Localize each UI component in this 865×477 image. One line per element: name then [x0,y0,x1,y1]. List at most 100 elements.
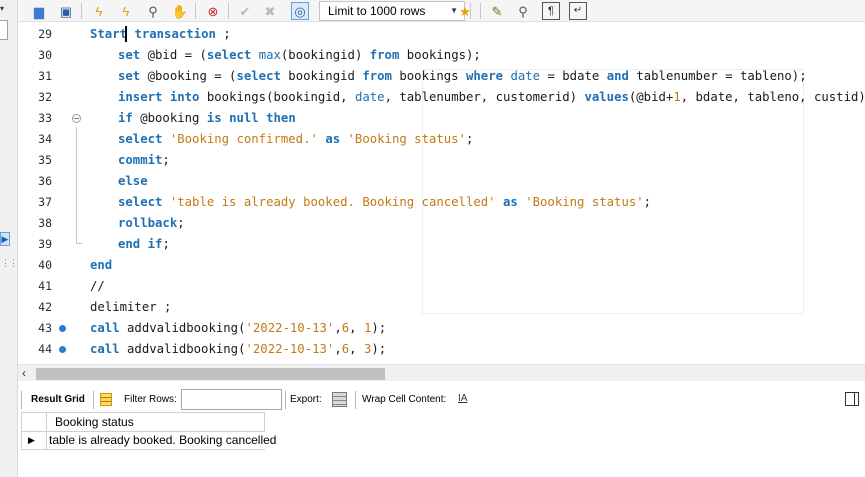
code-text: if @booking is null then [118,111,296,125]
grid-corner-cell [21,412,47,432]
code-line: 30 set @bid = (select max(bookingid) fro… [18,45,865,66]
beautify-icon[interactable]: ✎ [488,2,506,20]
code-text: // [90,279,105,293]
toolbar-separator [480,3,481,19]
autocommit-icon[interactable]: ◎ [291,2,309,20]
wrap-cell-content-icon[interactable]: IA [458,393,467,404]
invisible-chars-icon[interactable]: ¶ [542,2,560,20]
limit-rows-value: Limit to 1000 rows [328,4,426,18]
drag-handle-icon[interactable]: ⋮⋮ [1,258,18,269]
code-line: 36 else [18,171,865,192]
toolbar-separator [228,3,229,19]
line-number: 36 [38,174,52,188]
code-text: Start transaction ; [90,27,231,41]
line-number: 37 [38,195,52,209]
line-number: 41 [38,279,52,293]
line-number: 44 [38,342,52,356]
rollback-icon[interactable]: ✖ [261,2,279,20]
line-number: 42 [38,300,52,314]
scrollbar-thumb[interactable] [36,368,385,380]
wrap-cell-content-label: Wrap Cell Content: [362,394,447,405]
code-line: 43 call addvalidbooking('2022-10-13',6, … [18,318,865,339]
wrap-lines-icon[interactable]: ↵ [569,2,587,20]
execute-current-icon[interactable]: ϟ [117,2,135,20]
code-line: 39 end if; [18,234,865,255]
line-number: 32 [38,90,52,104]
table-cell[interactable]: table is already booked. Booking cancell… [47,432,276,450]
toolbar-separator [21,391,22,409]
code-text: end if; [118,237,170,251]
editor-horizontal-scrollbar[interactable]: ‹ [18,364,865,381]
statement-marker-icon [59,325,66,332]
filter-rows-label: Filter Rows: [124,394,177,405]
left-side-panel: ▾ ▶ ⋮⋮ [0,0,18,477]
toggle-continue-icon[interactable]: ⊗ [204,2,222,20]
export-icon[interactable] [332,392,347,407]
code-line: 32 insert into bookings(bookingid, date,… [18,87,865,108]
code-text: delimiter ; [90,300,172,314]
toggle-side-panel-icon[interactable] [845,392,859,406]
code-line: 34 select 'Booking confirmed.' as 'Booki… [18,129,865,150]
sql-editor-toolbar: ▆ ▣ ϟ ϟ ⚲ ✋ ⊗ ✔ ✖ ◎ Limit to 1000 rows ▼… [18,0,865,22]
export-label: Export: [290,394,322,405]
code-text: else [118,174,148,188]
toolbar-separator [355,391,356,409]
explain-icon[interactable]: ⚲ [144,2,162,20]
line-number: 33 [38,111,52,125]
limit-rows-select[interactable]: Limit to 1000 rows ▼ [319,1,465,21]
filter-rows-input[interactable] [181,389,282,410]
code-line: 44 call addvalidbooking('2022-10-13',6, … [18,339,865,360]
save-icon[interactable]: ▣ [57,2,75,20]
column-header-booking-status[interactable]: Booking status [47,412,265,432]
toolbar-separator [93,391,94,409]
side-arrow-icon[interactable]: ▶ [0,232,10,246]
line-number: 34 [38,132,52,146]
code-line: 37 select 'table is already booked. Book… [18,192,865,213]
commit-icon[interactable]: ✔ [236,2,254,20]
code-text: commit; [118,153,170,167]
line-number: 38 [38,216,52,230]
code-text: select 'table is already booked. Booking… [118,195,652,209]
side-panel-edge [0,20,8,40]
code-text: rollback; [118,216,185,230]
text-cursor [125,26,127,42]
line-number: 29 [38,27,52,41]
code-line: 40 end [18,255,865,276]
collapse-triangle-icon[interactable]: ▾ [0,4,4,13]
code-line: 38 rollback; [18,213,865,234]
fold-toggle-icon[interactable] [72,114,81,123]
code-line: 42 delimiter ; [18,297,865,318]
code-text: end [90,258,113,272]
code-text: call addvalidbooking('2022-10-13',6, 3); [90,342,387,356]
add-bookmark-icon[interactable]: ★ [456,2,474,20]
execute-icon[interactable]: ϟ [90,2,108,20]
code-line: 29 Start transaction ; [18,24,865,45]
code-text: set @bid = (select max(bookingid) from b… [118,48,481,62]
folder-icon[interactable]: ▆ [30,2,48,20]
line-number: 39 [38,237,52,251]
scroll-left-icon[interactable]: ‹ [22,366,26,380]
code-line: 41 // [18,276,865,297]
grid-view-icon[interactable] [100,393,112,406]
line-number: 30 [38,48,52,62]
result-grid-tab[interactable]: Result Grid [31,394,85,406]
line-number: 35 [38,153,52,167]
result-grid: Booking status ▶ table is already booked… [18,412,865,477]
line-number: 40 [38,258,52,272]
sql-editor[interactable]: 29 Start transaction ; 30 set @bid = (se… [18,22,865,364]
statement-marker-icon [59,346,66,353]
find-icon[interactable]: ⚲ [514,2,532,20]
code-line: 33 if @booking is null then [18,108,865,129]
code-text: call addvalidbooking('2022-10-13',6, 1); [90,321,387,335]
stop-icon[interactable]: ✋ [171,2,189,20]
line-number: 43 [38,321,52,335]
result-toolbar: Result Grid Filter Rows: Export: Wrap Ce… [18,388,865,412]
code-line: 31 set @booking = (select bookingid from… [18,66,865,87]
code-line: 35 commit; [18,150,865,171]
toolbar-separator [195,3,196,19]
toolbar-separator [81,3,82,19]
code-text: select 'Booking confirmed.' as 'Booking … [118,132,474,146]
line-number: 31 [38,69,52,83]
row-selector-icon[interactable]: ▶ [21,432,47,450]
code-text: insert into bookings(bookingid, date, ta… [118,90,865,104]
